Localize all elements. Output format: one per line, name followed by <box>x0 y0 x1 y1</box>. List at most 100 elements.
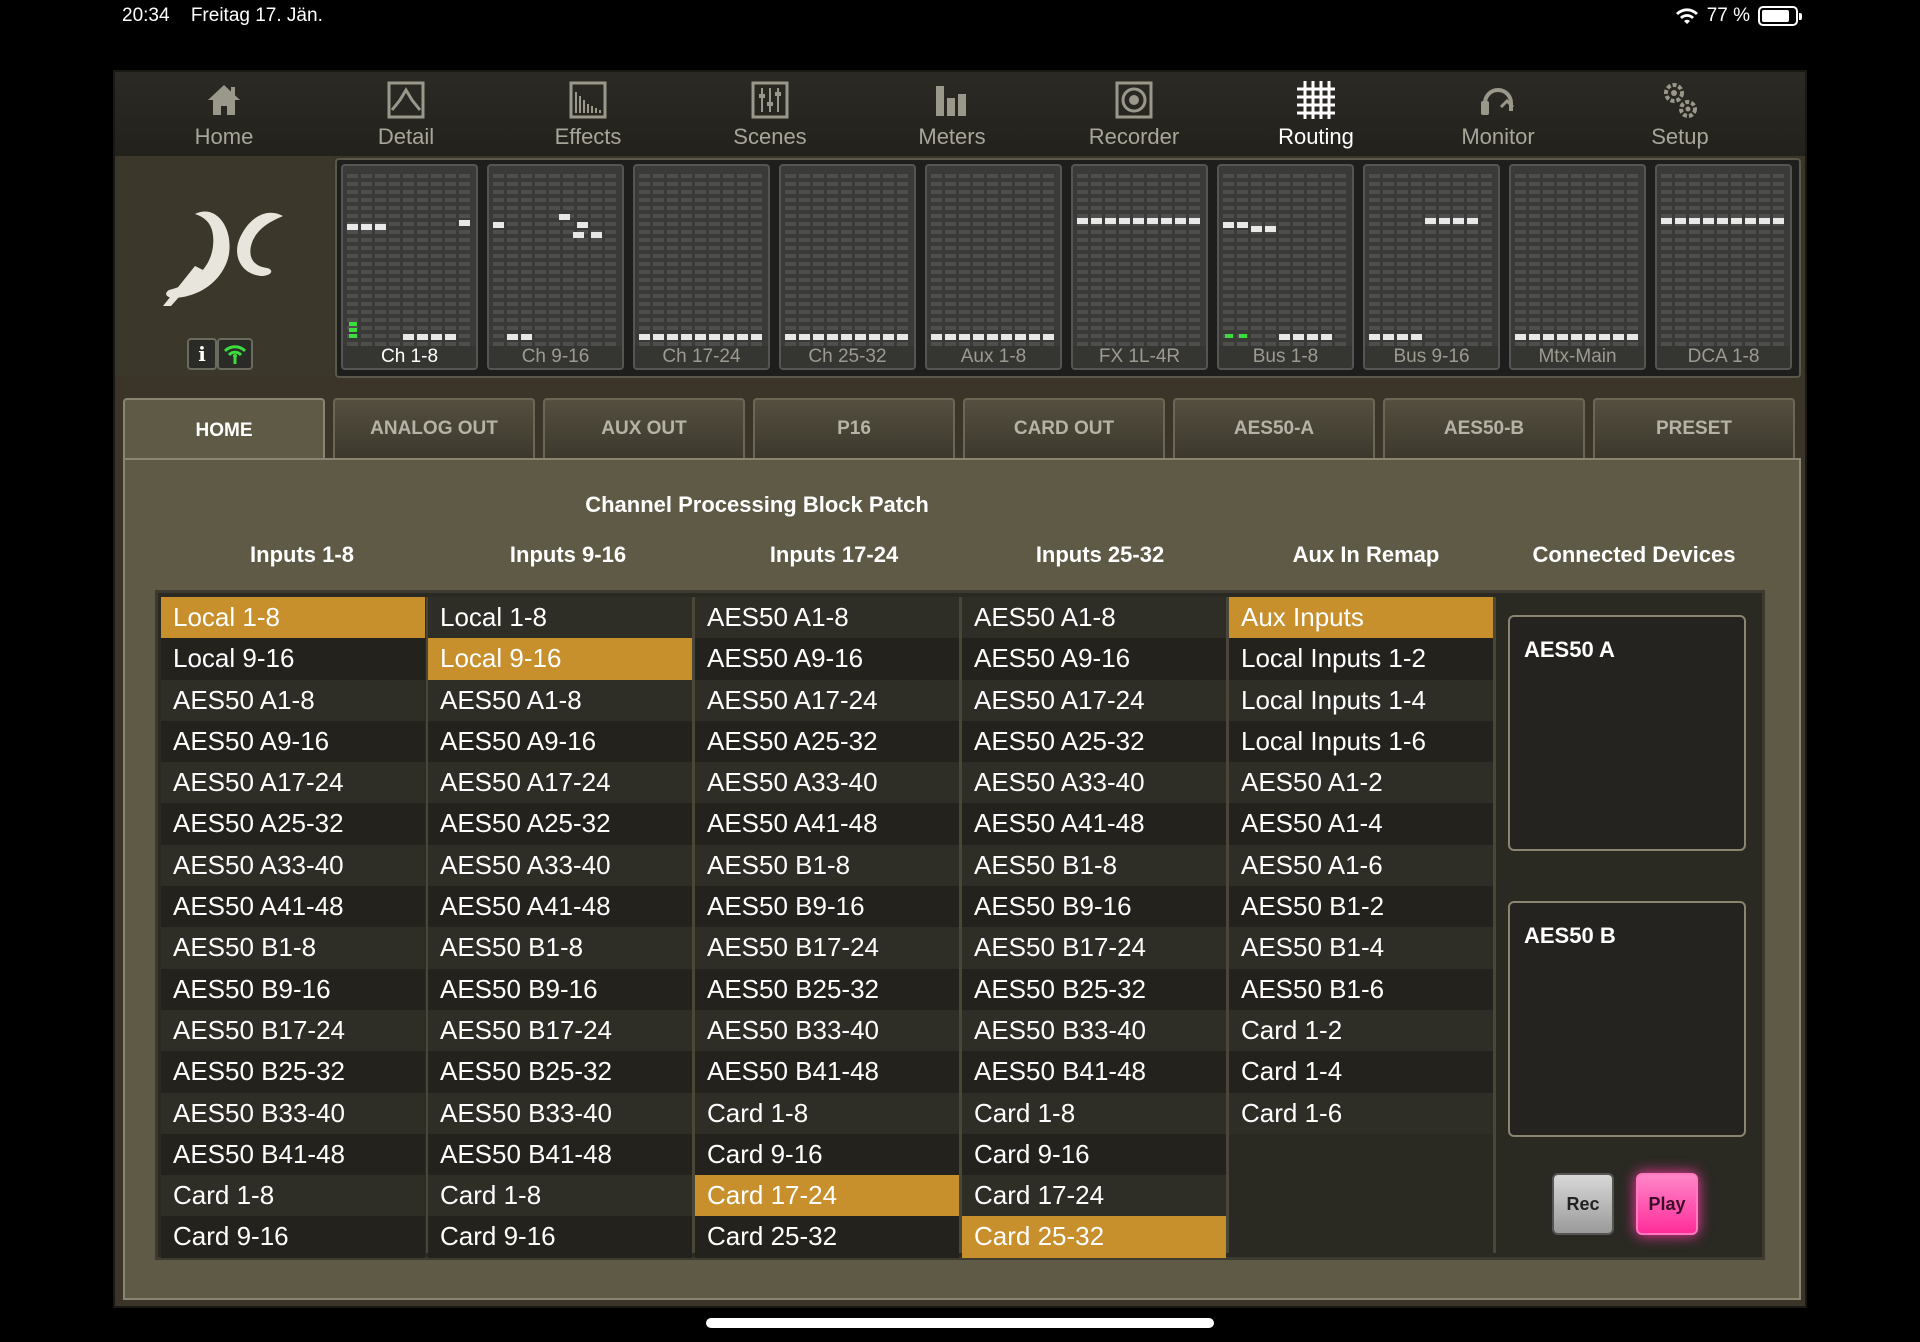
device-aes50-a[interactable]: AES50 A <box>1508 615 1746 851</box>
patch-option[interactable]: Local Inputs 1-6 <box>1229 720 1493 763</box>
patch-option[interactable]: AES50 B9-16 <box>428 968 692 1010</box>
patch-option[interactable]: Card 1-8 <box>161 1175 425 1217</box>
patch-option[interactable]: AES50 B25-32 <box>428 1051 692 1093</box>
patch-option[interactable]: AES50 B25-32 <box>962 968 1226 1010</box>
patch-option[interactable]: AES50 B1-6 <box>1229 968 1493 1010</box>
patch-option[interactable]: AES50 B1-8 <box>695 844 959 887</box>
patch-option[interactable]: AES50 A25-32 <box>962 720 1226 763</box>
patch-option[interactable]: Local 1-8 <box>428 597 692 639</box>
bank-dca-1-8[interactable]: DCA 1-8 <box>1655 164 1792 370</box>
nav-detail[interactable]: Detail <box>315 72 497 156</box>
home-indicator[interactable] <box>706 1318 1214 1328</box>
patch-option[interactable]: AES50 B33-40 <box>161 1092 425 1134</box>
bank-ch-9-16[interactable]: Ch 9-16 <box>487 164 624 370</box>
patch-option[interactable]: AES50 B41-48 <box>695 1051 959 1093</box>
patch-option[interactable]: AES50 A9-16 <box>962 638 1226 680</box>
patch-option[interactable]: AES50 A17-24 <box>695 679 959 721</box>
patch-option[interactable]: AES50 B9-16 <box>962 886 1226 928</box>
tab-aux-out[interactable]: AUX OUT <box>543 398 745 458</box>
patch-option[interactable]: AES50 B9-16 <box>695 886 959 928</box>
patch-option[interactable]: Card 1-4 <box>1229 1051 1493 1093</box>
patch-option[interactable]: AES50 A33-40 <box>428 844 692 887</box>
patch-option[interactable]: AES50 B33-40 <box>695 1009 959 1052</box>
nav-monitor[interactable]: Monitor <box>1407 72 1589 156</box>
patch-option[interactable]: AES50 B17-24 <box>962 927 1226 969</box>
patch-option[interactable]: AES50 A33-40 <box>962 762 1226 804</box>
patch-option[interactable]: AES50 A41-48 <box>962 803 1226 845</box>
patch-option[interactable]: AES50 A25-32 <box>161 803 425 845</box>
device-aes50-b[interactable]: AES50 B <box>1508 901 1746 1137</box>
bank-fx-1l-4r[interactable]: FX 1L-4R <box>1071 164 1208 370</box>
wifi-status-button[interactable] <box>217 338 253 370</box>
info-button[interactable]: i <box>187 338 217 370</box>
tab-analog-out[interactable]: ANALOG OUT <box>333 398 535 458</box>
patch-option[interactable]: Local Inputs 1-2 <box>1229 638 1493 680</box>
nav-routing[interactable]: Routing <box>1225 72 1407 156</box>
patch-option[interactable]: Card 1-2 <box>1229 1009 1493 1052</box>
tab-preset[interactable]: PRESET <box>1593 398 1795 458</box>
patch-option[interactable]: AES50 A41-48 <box>695 803 959 845</box>
patch-option[interactable]: AES50 B41-48 <box>962 1051 1226 1093</box>
patch-option[interactable]: Card 1-6 <box>1229 1092 1493 1134</box>
patch-option[interactable]: AES50 A1-6 <box>1229 844 1493 887</box>
patch-option[interactable]: AES50 B41-48 <box>161 1133 425 1176</box>
patch-option[interactable]: AES50 B25-32 <box>695 968 959 1010</box>
patch-option[interactable]: Card 25-32 <box>695 1216 959 1258</box>
patch-option[interactable]: Local 9-16 <box>428 638 692 680</box>
patch-option[interactable]: AES50 B25-32 <box>161 1051 425 1093</box>
patch-option[interactable]: AES50 A33-40 <box>695 762 959 804</box>
nav-scenes[interactable]: Scenes <box>679 72 861 156</box>
patch-option[interactable]: AES50 B33-40 <box>428 1092 692 1134</box>
patch-option[interactable]: AES50 A9-16 <box>161 720 425 763</box>
play-button[interactable]: Play <box>1636 1173 1698 1235</box>
patch-option[interactable]: AES50 B1-4 <box>1229 927 1493 969</box>
bank-mtx-main[interactable]: Mtx-Main <box>1509 164 1646 370</box>
tab-p16[interactable]: P16 <box>753 398 955 458</box>
bank-ch-1-8[interactable]: Ch 1-8 <box>341 164 478 370</box>
bank-bus-1-8[interactable]: Bus 1-8 <box>1217 164 1354 370</box>
patch-option[interactable]: AES50 A1-8 <box>161 679 425 721</box>
patch-option[interactable]: Local 9-16 <box>161 638 425 680</box>
patch-option[interactable]: AES50 A25-32 <box>428 803 692 845</box>
patch-option[interactable]: AES50 B9-16 <box>161 968 425 1010</box>
patch-option[interactable]: AES50 B1-8 <box>962 844 1226 887</box>
tab-aes50-b[interactable]: AES50-B <box>1383 398 1585 458</box>
patch-option[interactable]: AES50 A1-4 <box>1229 803 1493 845</box>
patch-option[interactable]: AES50 B41-48 <box>428 1133 692 1176</box>
patch-option[interactable]: Aux Inputs <box>1229 597 1493 639</box>
patch-option[interactable]: Card 9-16 <box>695 1133 959 1176</box>
patch-option[interactable]: Card 1-8 <box>695 1092 959 1134</box>
tab-home[interactable]: HOME <box>123 398 325 462</box>
patch-option[interactable]: AES50 A17-24 <box>428 762 692 804</box>
patch-option[interactable]: Local 1-8 <box>161 597 425 639</box>
patch-option[interactable]: AES50 A1-8 <box>962 597 1226 639</box>
patch-option[interactable]: Card 9-16 <box>962 1133 1226 1176</box>
patch-option[interactable]: AES50 B1-8 <box>161 927 425 969</box>
patch-option[interactable]: Local Inputs 1-4 <box>1229 679 1493 721</box>
patch-option[interactable]: AES50 B17-24 <box>695 927 959 969</box>
patch-option[interactable]: Card 9-16 <box>428 1216 692 1258</box>
patch-option[interactable]: AES50 A17-24 <box>962 679 1226 721</box>
bank-ch-25-32[interactable]: Ch 25-32 <box>779 164 916 370</box>
patch-option[interactable]: AES50 A25-32 <box>695 720 959 763</box>
patch-option[interactable]: AES50 B17-24 <box>161 1009 425 1052</box>
patch-option[interactable]: AES50 B1-8 <box>428 927 692 969</box>
patch-option[interactable]: AES50 B33-40 <box>962 1009 1226 1052</box>
patch-option[interactable]: AES50 B1-2 <box>1229 886 1493 928</box>
patch-option[interactable]: AES50 A41-48 <box>161 886 425 928</box>
nav-effects[interactable]: Effects <box>497 72 679 156</box>
nav-recorder[interactable]: Recorder <box>1043 72 1225 156</box>
bank-bus-9-16[interactable]: Bus 9-16 <box>1363 164 1500 370</box>
tab-card-out[interactable]: CARD OUT <box>963 398 1165 458</box>
nav-meters[interactable]: Meters <box>861 72 1043 156</box>
patch-option[interactable]: AES50 A9-16 <box>695 638 959 680</box>
patch-option[interactable]: Card 1-8 <box>962 1092 1226 1134</box>
bank-ch-17-24[interactable]: Ch 17-24 <box>633 164 770 370</box>
patch-option[interactable]: AES50 B17-24 <box>428 1009 692 1052</box>
patch-option[interactable]: AES50 A17-24 <box>161 762 425 804</box>
patch-option[interactable]: Card 25-32 <box>962 1216 1226 1258</box>
patch-option[interactable]: AES50 A1-8 <box>428 679 692 721</box>
patch-option[interactable]: Card 17-24 <box>695 1175 959 1217</box>
patch-option[interactable]: Card 9-16 <box>161 1216 425 1258</box>
patch-option[interactable]: Card 17-24 <box>962 1175 1226 1217</box>
